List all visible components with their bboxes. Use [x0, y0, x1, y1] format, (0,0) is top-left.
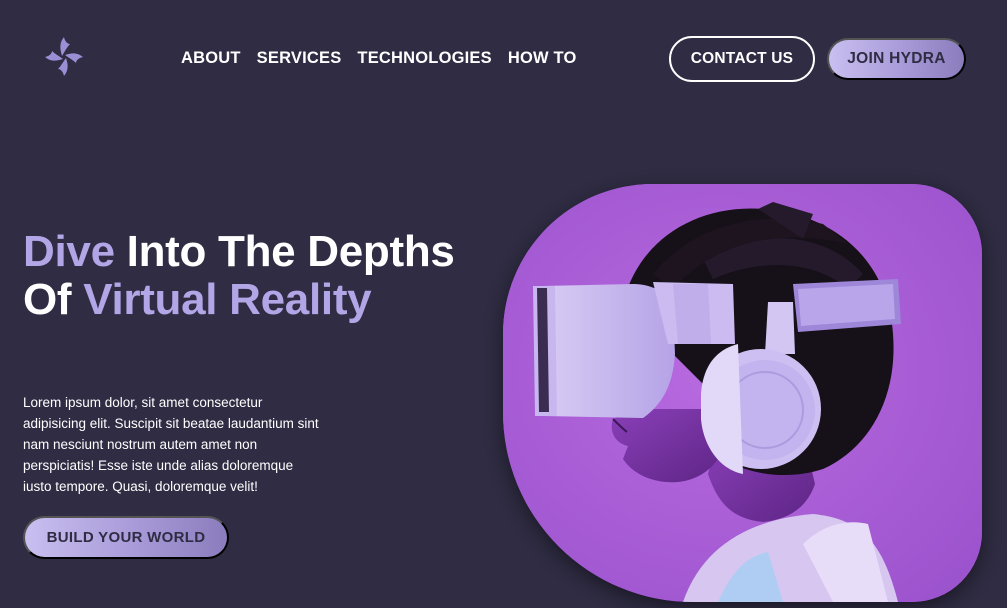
hero-title-accent-1: Dive — [23, 227, 115, 276]
pinwheel-logo-icon[interactable] — [40, 33, 88, 79]
hero-title: Dive Into The Depths Of Virtual Reality — [23, 228, 493, 324]
nav-about[interactable]: ABOUT — [181, 48, 241, 68]
hero-image — [503, 184, 982, 602]
build-your-world-button[interactable]: BUILD YOUR WORLD — [23, 516, 229, 559]
hero-description: Lorem ipsum dolor, sit amet consectetur … — [23, 395, 319, 494]
vr-person-illustration — [503, 184, 982, 602]
hero-title-accent-2: Virtual Reality — [83, 275, 372, 324]
join-hydra-button[interactable]: JOIN HYDRA — [827, 38, 966, 80]
nav-technologies[interactable]: TECHNOLOGIES — [357, 48, 491, 68]
main-nav: ABOUT SERVICES TECHNOLOGIES HOW TO — [181, 48, 577, 68]
contact-us-button[interactable]: CONTACT US — [669, 36, 815, 82]
nav-services[interactable]: SERVICES — [257, 48, 342, 68]
nav-how-to[interactable]: HOW TO — [508, 48, 577, 68]
